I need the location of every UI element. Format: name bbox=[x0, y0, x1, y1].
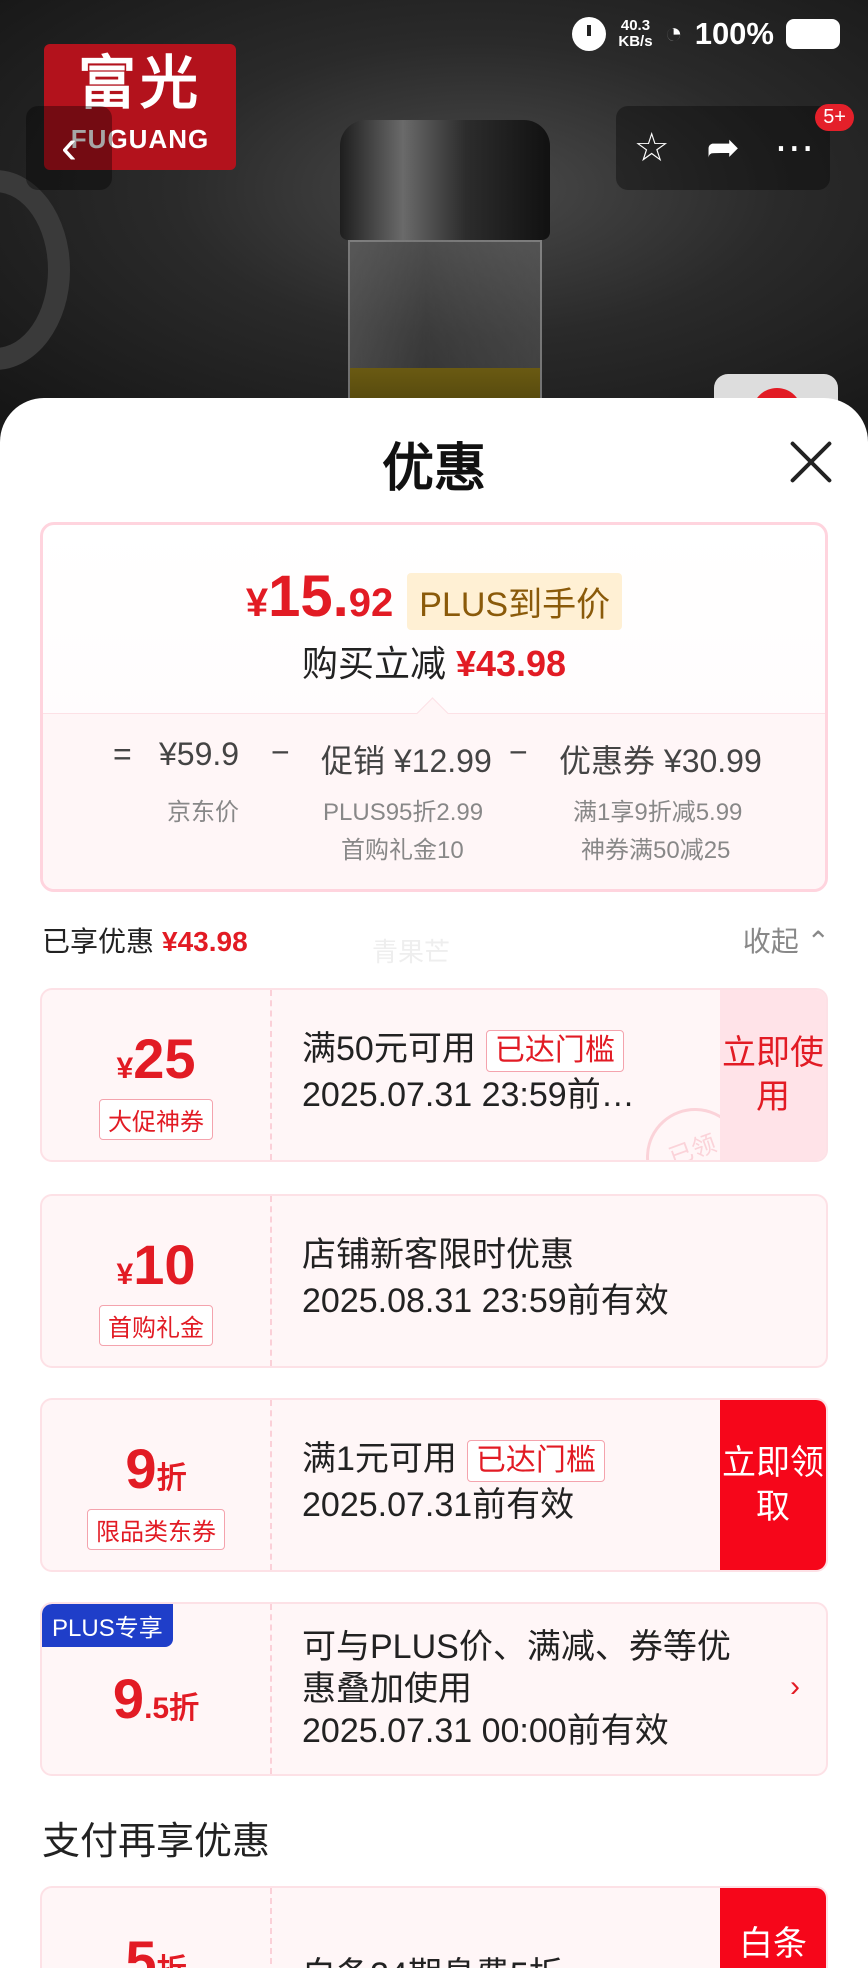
battery-icon bbox=[786, 19, 840, 49]
discount-sheet: 优惠 ¥15.92 PLUS到手价 购买立减 ¥43.98 = ¥59.9 京东价… bbox=[0, 398, 868, 1968]
close-icon[interactable] bbox=[788, 438, 834, 484]
threshold-tag: 已达门槛 bbox=[466, 1440, 605, 1482]
price-breakdown: = ¥59.9 京东价 − 促销 ¥12.99 PLUS95折2.99 首购礼金… bbox=[43, 713, 825, 889]
coupon-type: 首购礼金 bbox=[99, 1305, 213, 1346]
threshold-tag: 已达门槛 bbox=[485, 1030, 624, 1072]
coupon-type: 大促神券 bbox=[99, 1099, 213, 1140]
promo-detail-plus: PLUS95折2.99 bbox=[323, 799, 484, 826]
coupon-amount: 9.5折 bbox=[112, 1667, 200, 1730]
chevron-up-icon: ⌃ bbox=[806, 926, 830, 957]
battery-percent: 100% bbox=[694, 16, 774, 51]
alarm-icon bbox=[572, 17, 607, 51]
coupon-total: 优惠券 ¥30.99 bbox=[559, 743, 762, 779]
use-now-button[interactable]: 立即使用 bbox=[720, 990, 826, 1160]
more-icon[interactable]: ⋯ bbox=[766, 125, 822, 171]
baitiao-button[interactable]: 白条 bbox=[720, 1888, 826, 1968]
coupon-info: 满1元可用 已达门槛 2025.07.31前有效 bbox=[302, 1436, 605, 1528]
top-actions: ☆ ➦ ⋯ bbox=[616, 106, 830, 190]
minus-sign: − bbox=[271, 734, 290, 770]
coupon-card: ¥25 大促神券 满50元可用 已达门槛 2025.07.31 23:59前… 已… bbox=[40, 988, 828, 1162]
coupon-card: ¥10 首购礼金 店铺新客限时优惠 2025.08.31 23:59前有效 bbox=[40, 1194, 828, 1368]
product-image: 富光 FUGUANG bbox=[0, 0, 868, 420]
coupon-info: 满50元可用 已达门槛 2025.07.31 23:59前… bbox=[302, 1030, 635, 1114]
claim-now-button[interactable]: 立即领取 bbox=[720, 1400, 826, 1570]
minus-sign: − bbox=[509, 734, 528, 770]
coupon-detail-2: 神券满50减25 bbox=[581, 837, 731, 864]
back-button[interactable]: ‹ bbox=[26, 106, 112, 190]
share-icon[interactable]: ➦ bbox=[695, 125, 751, 171]
coupon-card[interactable]: PLUS专享 9.5折 可与PLUS价、满减、券等优 惠叠加使用 2025.07… bbox=[40, 1602, 828, 1776]
collapse-button[interactable]: 收起 ⌃ bbox=[743, 920, 830, 960]
message-badge: 5+ bbox=[815, 104, 854, 131]
cup-handle bbox=[0, 170, 70, 370]
reduce-line: 购买立减 ¥43.98 bbox=[301, 643, 567, 684]
coupon-detail-1: 满1享9折减5.99 bbox=[573, 799, 743, 826]
equals-sign: = bbox=[113, 736, 132, 772]
price-summary: ¥15.92 PLUS到手价 购买立减 ¥43.98 = ¥59.9 京东价 − … bbox=[40, 522, 828, 892]
coupon-type: 限品类东券 bbox=[87, 1509, 225, 1550]
star-icon[interactable]: ☆ bbox=[624, 125, 680, 171]
coupon-info: 可与PLUS价、满减、券等优 惠叠加使用 2025.07.31 00:00前有效 bbox=[302, 1628, 731, 1750]
chevron-right-icon: › bbox=[790, 1670, 800, 1703]
bottle-image bbox=[340, 120, 550, 420]
enjoyed-discount: 已享优惠 ¥43.98 bbox=[42, 926, 248, 957]
plus-price-tag: PLUS到手价 bbox=[407, 573, 623, 630]
coupon-amount: ¥25 bbox=[116, 1027, 196, 1090]
promo-detail-gift: 首购礼金10 bbox=[341, 837, 464, 864]
coupon-info: 店铺新客限时优惠 2025.08.31 23:59前有效 bbox=[302, 1236, 669, 1320]
watermark: 青果芒 bbox=[372, 937, 451, 967]
promo-total: 促销 ¥12.99 bbox=[321, 743, 492, 779]
coupon-amount: 9折 bbox=[125, 1437, 187, 1500]
coupon-card: 9折 限品类东券 满1元可用 已达门槛 2025.07.31前有效 立即领取 bbox=[40, 1398, 828, 1572]
coupon-card: 5折 白条24期息费5折 白条 bbox=[40, 1886, 828, 1968]
jd-price: ¥59.9 bbox=[159, 736, 240, 772]
net-speed: 40.3 KB/s bbox=[618, 17, 653, 50]
coupon-amount: ¥10 bbox=[116, 1233, 196, 1296]
sheet-title: 优惠 bbox=[381, 440, 486, 498]
coupon-info: 白条24期息费5折 bbox=[302, 1952, 563, 1968]
chevron-left-icon: ‹ bbox=[61, 121, 77, 174]
final-price: ¥15.92 bbox=[245, 564, 394, 629]
wifi-icon: ◔ bbox=[664, 17, 683, 50]
status-bar: 40.3 KB/s ◔ 100% bbox=[572, 14, 840, 54]
pay-discount-title: 支付再享优惠 bbox=[42, 1821, 271, 1863]
coupon-amount: 5折 bbox=[125, 1929, 186, 1968]
jd-price-label: 京东价 bbox=[167, 799, 239, 826]
